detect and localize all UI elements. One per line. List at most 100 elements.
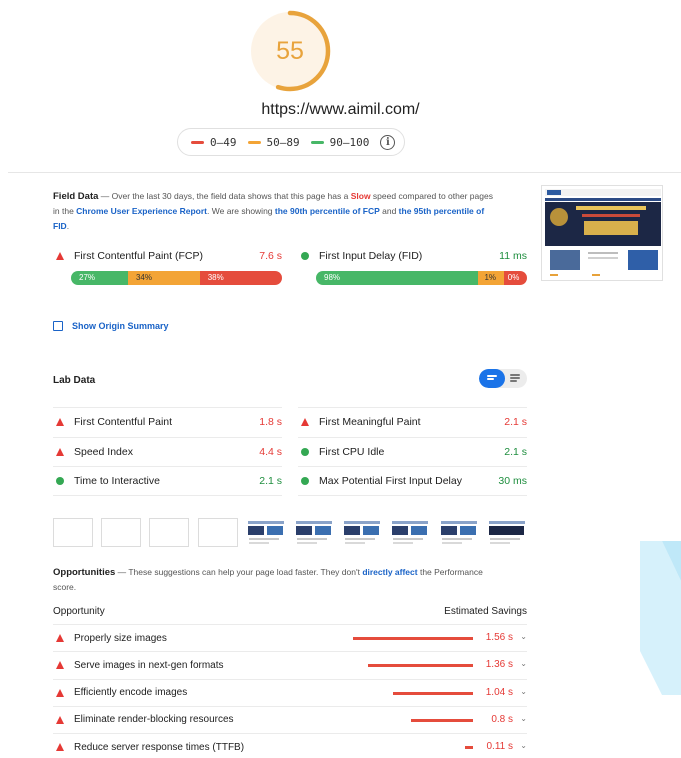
fid-average-pct: 1% [484, 273, 497, 282]
frame-ln2 [441, 542, 462, 544]
info-icon[interactable]: i [380, 134, 396, 150]
lab-metric-cpu-idle: First CPU Idle 2.1 s [301, 446, 527, 458]
opportunity-row[interactable]: Serve images in next-gen formats 1.36 s ⌄ [53, 658, 527, 672]
lab-metric-tti-value: 2.1 s [259, 475, 282, 487]
field-data-description: Field Data — Over the last 30 days, the … [53, 189, 498, 234]
filmstrip-frame [197, 518, 238, 547]
lab-row-divider [298, 437, 527, 438]
compact-view-button[interactable] [479, 369, 505, 388]
opportunity-row-divider [53, 705, 527, 707]
fail-triangle-icon [56, 634, 64, 642]
opportunity-row[interactable]: Eliminate render-blocking resources 0.8 s… [53, 713, 527, 727]
fcp-percentile-link[interactable]: the 90th percentile of FCP [275, 206, 380, 216]
opportunity-column-header: Opportunity [53, 606, 105, 617]
opportunity-label: Reduce server response times (TTFB) [74, 741, 245, 753]
field-desc-5: . [66, 221, 70, 231]
thumb-banner-gold [576, 206, 646, 210]
legend-label-poor: 0–49 [210, 135, 237, 149]
savings-bar [353, 637, 473, 640]
chevron-down-icon[interactable]: ⌄ [520, 632, 527, 641]
tested-url: https://www.aimil.com/ [261, 101, 420, 118]
frame-ln [248, 538, 279, 540]
score-value: 55 [276, 37, 304, 65]
thumb-banner-line [582, 214, 640, 217]
field-metric-fcp-label: First Contentful Paint (FCP) [74, 250, 203, 262]
frame-ln2 [393, 542, 414, 544]
chevron-down-icon[interactable]: ⌄ [520, 741, 527, 750]
savings-value: 1.04 s [485, 686, 513, 698]
origin-summary-checkbox[interactable] [53, 321, 63, 331]
opportunity-row-divider [53, 678, 527, 680]
field-desc-1: — Over the last 30 days, the field data … [98, 191, 351, 201]
expanded-list-icon[interactable] [510, 374, 520, 383]
fail-triangle-icon [56, 743, 64, 752]
legend-item-good: 90–100 [310, 136, 369, 149]
lab-row-divider [53, 466, 282, 467]
field-desc-3: . We are showing [207, 206, 275, 216]
watermark-shape [640, 541, 681, 695]
opportunities-table-header: Opportunity Estimated Savings [53, 606, 527, 617]
legend-label-average: 50–89 [266, 135, 300, 149]
thumb-header [545, 189, 661, 196]
expanded-list-icon-line-1 [510, 374, 520, 376]
metric-view-toggle[interactable] [479, 369, 527, 388]
filmstrip-frame [342, 518, 383, 547]
filmstrip-frame [486, 518, 527, 547]
origin-summary-label: Show Origin Summary [72, 321, 169, 331]
opportunity-row[interactable]: Reduce server response times (TTFB) 0.11 … [53, 740, 527, 754]
chevron-down-icon[interactable]: ⌄ [520, 659, 527, 668]
lab-metric-fmp: First Meaningful Paint 2.1 s [301, 416, 527, 428]
savings-column-header: Estimated Savings [444, 606, 527, 617]
lab-metric-fcp-label: First Contentful Paint [74, 416, 173, 428]
frame-ban2 [411, 526, 428, 535]
opportunity-row-divider [53, 733, 527, 735]
expanded-list-icon-line-3 [510, 380, 517, 382]
fcp-distribution-average: 34% [127, 271, 200, 285]
frame-hdr [247, 521, 284, 524]
show-origin-summary[interactable]: Show Origin Summary [53, 321, 169, 331]
fid-distribution-bar: 98% 1% 0% [316, 271, 527, 285]
thumb-nav [545, 198, 661, 201]
opportunity-row[interactable]: Efficiently encode images 1.04 s ⌄ [53, 686, 527, 700]
thumb-logo [547, 190, 561, 195]
pass-circle-icon [301, 252, 309, 260]
opportunities-description: Opportunities — These suggestions can he… [53, 565, 483, 595]
frame-hdr [344, 521, 381, 524]
savings-value: 1.56 s [485, 632, 513, 643]
fid-distribution-fast: 98% [316, 271, 479, 285]
frame-ln2 [297, 542, 317, 544]
fcp-fast-pct: 27% [79, 273, 96, 282]
savings-bar [393, 691, 473, 695]
lab-metric-cpu-idle-value: 2.1 s [504, 446, 527, 458]
frame-hdr [488, 521, 525, 524]
lab-row-divider [298, 495, 527, 496]
lab-metric-speed-index: Speed Index 4.4 s [56, 446, 282, 458]
chevron-down-icon[interactable]: ⌄ [520, 687, 527, 696]
lab-metric-fmp-value: 2.1 s [504, 416, 527, 428]
field-metric-fid-value: 11 ms [499, 250, 527, 262]
frame-ban2 [363, 526, 380, 535]
thumb-card-1 [550, 250, 580, 270]
fcp-distribution-bar: 27% 34% 38% [71, 271, 282, 285]
opportunities-desc-1: — These suggestions can help your page l… [115, 567, 363, 577]
crux-report-link[interactable]: Chrome User Experience Report [76, 206, 207, 216]
field-metric-fcp-value: 7.6 s [259, 250, 282, 262]
directly-affect-link[interactable]: directly affect [362, 567, 417, 577]
opportunity-row-divider [53, 651, 527, 653]
frame-ln [297, 538, 327, 540]
opportunities-title: Opportunities [53, 567, 116, 578]
chevron-down-icon[interactable]: ⌄ [520, 714, 527, 723]
lab-metric-cpu-idle-label: First CPU Idle [319, 446, 385, 458]
lab-metric-tti-label: Time to Interactive [74, 475, 160, 487]
savings-bar [411, 718, 473, 722]
opportunity-row[interactable]: Properly size images 1.56 s ⌄ [53, 631, 527, 645]
legend-swatch-average [247, 140, 261, 144]
frame-hdr [392, 521, 429, 524]
filmstrip-frame [245, 518, 286, 547]
opportunity-label: Efficiently encode images [74, 687, 188, 699]
lab-row-divider [298, 407, 527, 408]
fail-triangle-icon [56, 715, 64, 724]
frame-ban [296, 526, 312, 535]
frame-ln2 [345, 542, 366, 544]
savings-value: 0.8 s [491, 713, 513, 725]
